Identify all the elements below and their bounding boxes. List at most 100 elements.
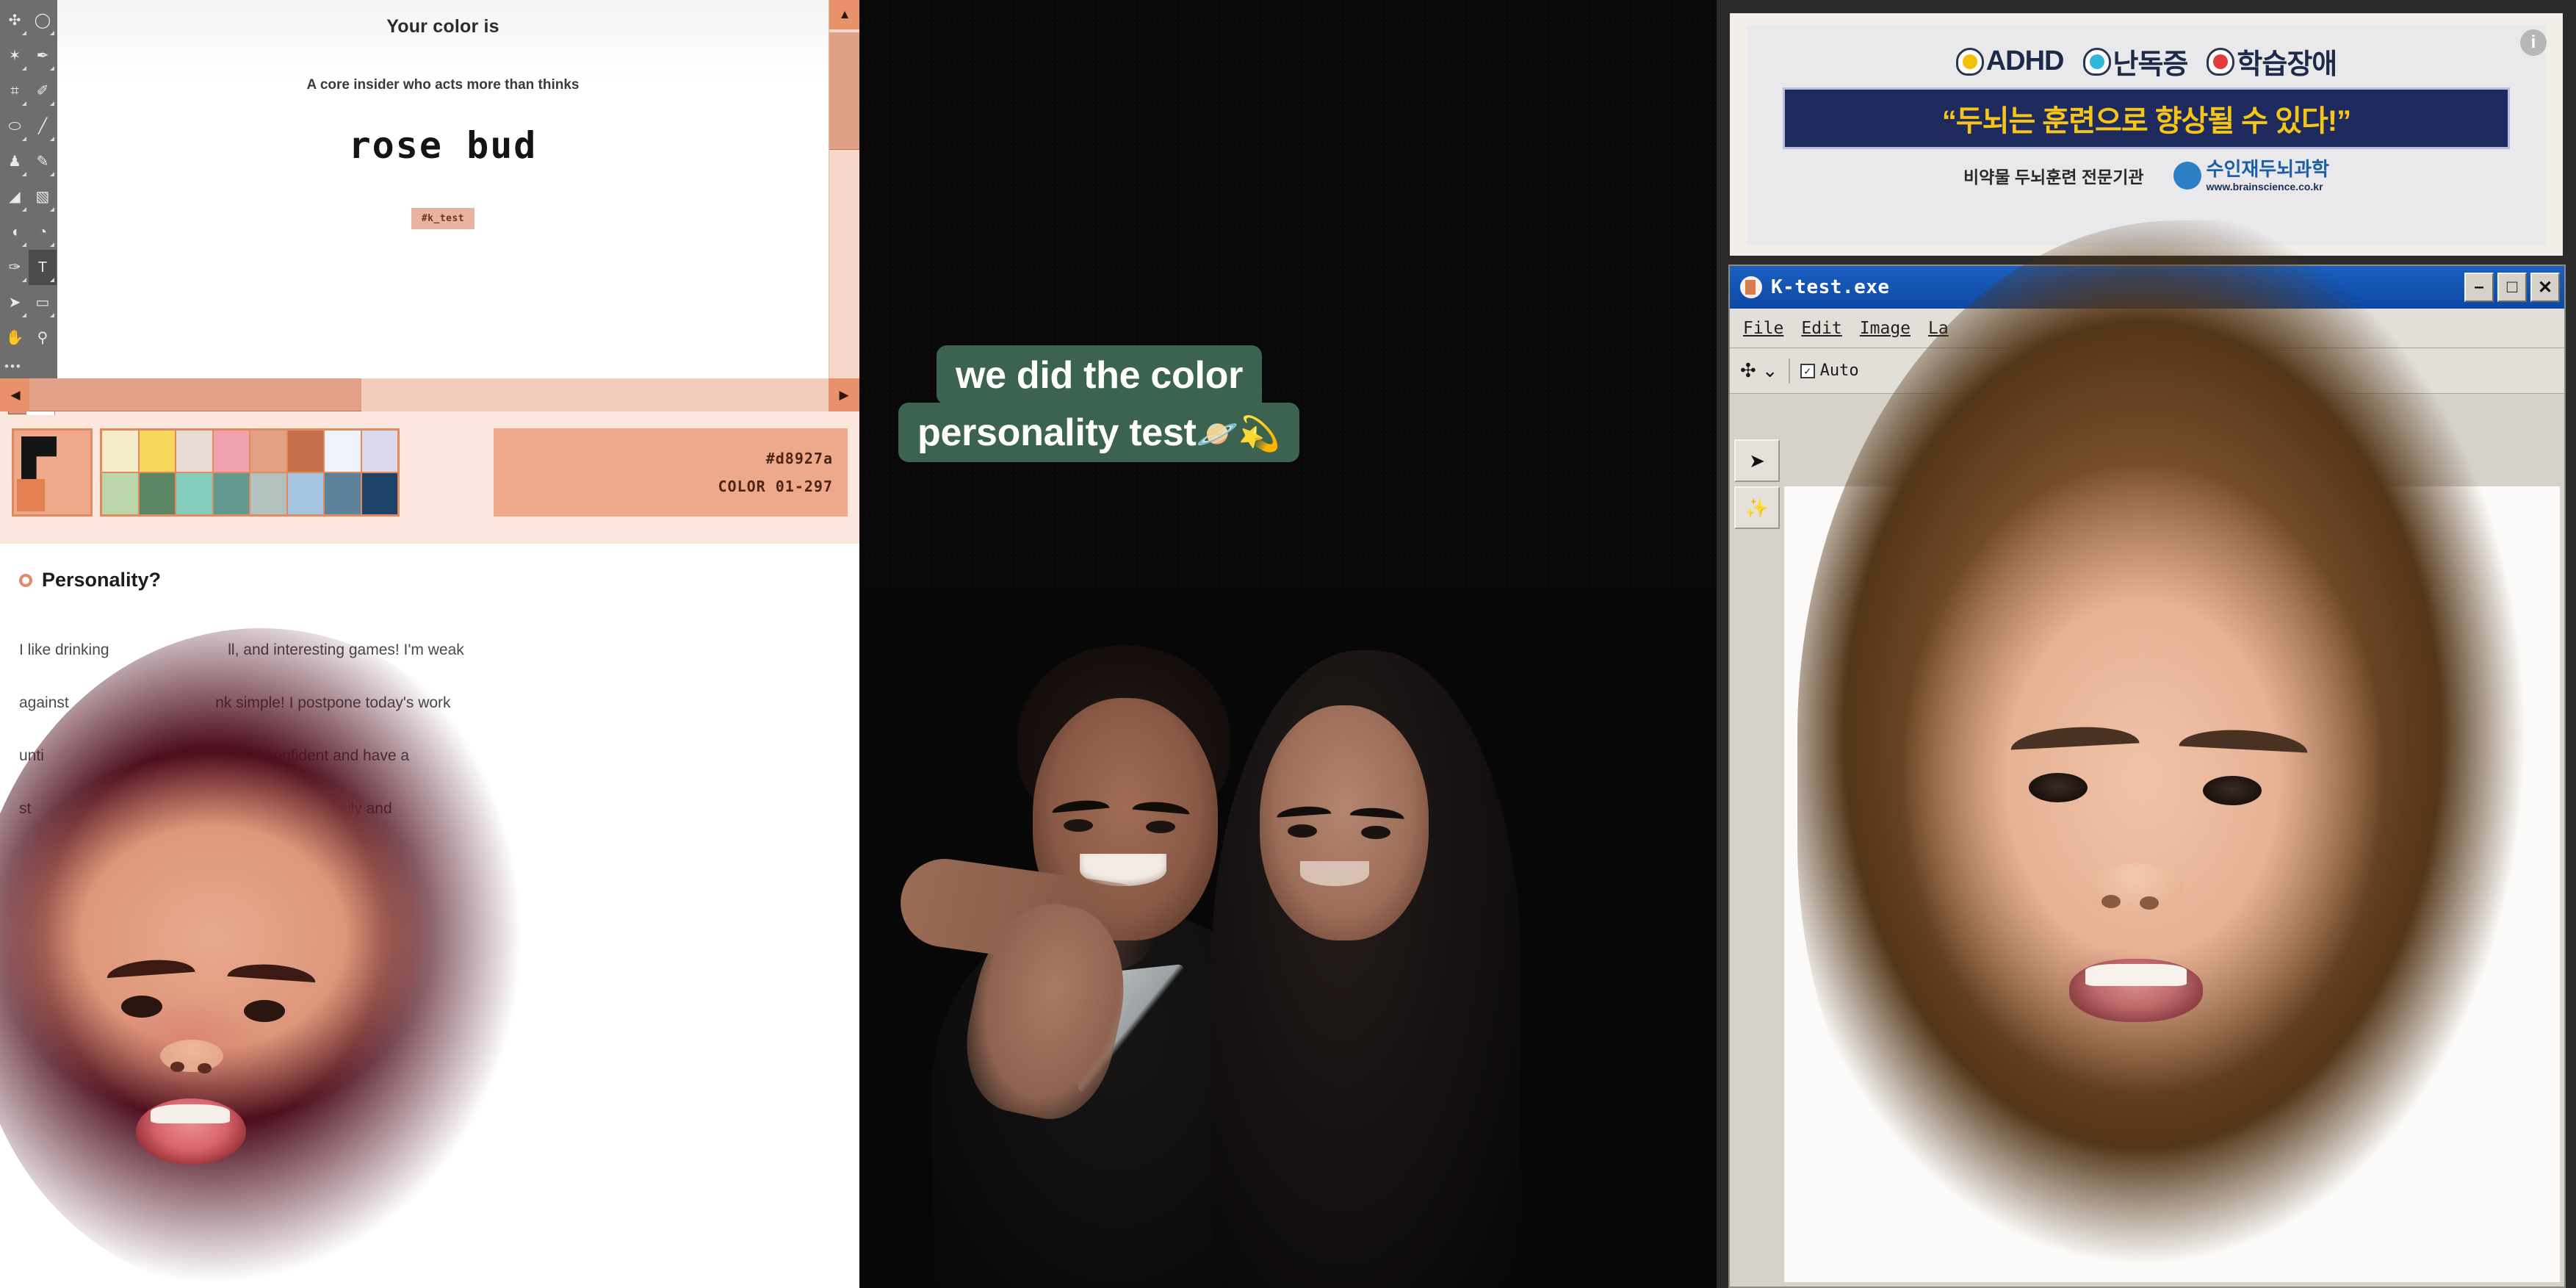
menu-item-layer[interactable]: La [1928, 319, 1949, 338]
palette-bar: #d8927a COLOR 01-297 [0, 415, 859, 544]
horizontal-scrollbar[interactable]: ◀ ▶ [0, 378, 859, 411]
app-icon [1740, 276, 1762, 298]
info-icon[interactable]: i [2520, 29, 2547, 56]
scroll-right-arrow-icon[interactable]: ▶ [829, 378, 859, 411]
color-accent-icon [17, 479, 45, 511]
current-color-preview[interactable] [12, 428, 93, 517]
window-controls[interactable]: – □ ✕ [2464, 273, 2560, 302]
vertical-scroll-thumb[interactable] [829, 32, 859, 150]
brush-tool[interactable]: ╱ [29, 109, 57, 144]
tool-rail[interactable]: ✣ ◯ ✶ ✒ ⌗ ✐ ⬭ ╱ ♟ ✎ ◢ ▧ ◖ ◔ ✑ T ➤ ▭ ✋ ⚲ [0, 0, 57, 475]
color-swatch-3[interactable] [176, 431, 212, 472]
ad-footer-row: 비약물 두뇌훈련 전문기관 수인재두뇌과학 www.brainscience.c… [1747, 159, 2545, 192]
menu-item-file[interactable]: File [1743, 319, 1783, 338]
eraser-tool[interactable]: ◢ [1, 179, 29, 215]
menu-item-image[interactable]: Image [1860, 319, 1911, 338]
color-swatch-10[interactable] [139, 473, 175, 514]
color-swatch-15[interactable] [325, 473, 361, 514]
magic-wand-tool[interactable]: ✶ [1, 38, 29, 73]
description-line: emotions! [19, 959, 272, 976]
caption-overlay: we did the color personality test🪐💫 [898, 345, 1677, 463]
ad-logo: 수인재두뇌과학 www.brainscience.co.kr [2173, 159, 2329, 192]
description-header: Personality? [19, 569, 859, 591]
scroll-left-arrow-icon[interactable]: ◀ [0, 378, 31, 411]
color-hex-value: #d8927a [765, 450, 833, 467]
ktest-canvas[interactable] [1784, 486, 2560, 1282]
clone-stamp-tool[interactable]: ♟ [1, 144, 29, 179]
color-swatch-14[interactable] [287, 473, 323, 514]
shape-tool[interactable]: ▭ [29, 285, 57, 320]
pointer-tool[interactable]: ➤ [1734, 439, 1780, 482]
eyedropper-tool[interactable]: ✐ [29, 73, 57, 109]
ad-chip-learning-disorder: 학습장애 [2207, 41, 2337, 82]
menu-bar[interactable]: File Edit Image La [1730, 309, 2564, 348]
result-color-name: rose bud [348, 124, 538, 167]
minimize-button[interactable]: – [2464, 273, 2494, 302]
crop-tool[interactable]: ⌗ [1, 73, 29, 109]
left-panel: ✣ ◯ ✶ ✒ ⌗ ✐ ⬭ ╱ ♟ ✎ ◢ ▧ ◖ ◔ ✑ T ➤ ▭ ✋ ⚲ [0, 0, 859, 1288]
zoom-tool[interactable]: ⚲ [29, 320, 57, 356]
color-swatch-7[interactable] [325, 431, 361, 472]
color-swatch-9[interactable] [102, 473, 138, 514]
close-button[interactable]: ✕ [2530, 273, 2560, 302]
caption-line-2: personality test🪐💫 [898, 403, 1299, 463]
menu-item-edit[interactable]: Edit [1801, 319, 1841, 338]
type-tool[interactable]: T [29, 250, 57, 285]
ad-chip-dyslexia: 난독증 [2082, 41, 2189, 82]
color-swatch-1[interactable] [102, 431, 138, 472]
description-line: I like drinking ll, and interesting game… [19, 641, 464, 658]
color-swatch-11[interactable] [176, 473, 212, 514]
chevron-down-icon[interactable]: ⌄ [1762, 359, 1778, 382]
move-tool-icon[interactable]: ✣ [1740, 359, 1756, 382]
history-brush-tool[interactable]: ✎ [29, 144, 57, 179]
personality-description-pane: Personality? I like drinking ll, and int… [0, 544, 859, 1288]
description-line: ndence. [19, 1065, 283, 1082]
color-swatch-8[interactable] [361, 431, 397, 472]
hand-tool[interactable]: ✋ [1, 320, 29, 356]
color-swatch-grid[interactable] [100, 428, 400, 517]
ktest-window: K-test.exe – □ ✕ File Edit Image La ✣ ⌄ [1728, 265, 2566, 1288]
ktest-tool-column[interactable]: ➤ ✨ [1734, 439, 1783, 529]
ellipse-select-tool[interactable]: ⬭ [1, 109, 29, 144]
color-swatch-5[interactable] [250, 431, 286, 472]
ad-chip-dyslexia-label: 난독증 [2113, 49, 2189, 80]
vertical-scrollbar[interactable]: ▲ ▼ [829, 0, 859, 408]
ad-logo-text: 수인재두뇌과학 www.brainscience.co.kr [2207, 159, 2329, 192]
maximize-button[interactable]: □ [2497, 273, 2527, 302]
color-swatch-4[interactable] [213, 431, 249, 472]
auto-select-option[interactable]: ✓ Auto [1800, 361, 1859, 380]
gradient-tool[interactable]: ▧ [29, 179, 57, 215]
girl-face [1260, 705, 1429, 940]
pen-tool[interactable]: ✑ [1, 250, 29, 285]
ktest-title-bar[interactable]: K-test.exe – □ ✕ [1730, 266, 2564, 309]
blur-tool[interactable]: ◖ [1, 215, 29, 250]
ad-banner-inner: ADHD 난독증 학습장애 “두뇌는 훈련으로 향상될 수 있다!” 비약물 두… [1747, 25, 2545, 245]
options-bar[interactable]: ✣ ⌄ ✓ Auto [1730, 348, 2564, 394]
lasso-tool[interactable]: ◯ [29, 3, 57, 38]
magic-wand-tool[interactable]: ✨ [1734, 486, 1780, 529]
more-tools-icon[interactable]: ••• [1, 356, 57, 378]
color-swatch-6[interactable] [287, 431, 323, 472]
hashtag-button[interactable]: #k_test [411, 208, 475, 229]
checkbox-icon[interactable]: ✓ [1800, 363, 1815, 378]
color-info-box: #d8927a COLOR 01-297 [494, 428, 848, 517]
middle-panel: we did the color personality test🪐💫 [859, 0, 1717, 1288]
move-tool[interactable]: ✣ [1, 3, 29, 38]
ad-banner-frame: ADHD 난독증 학습장애 “두뇌는 훈련으로 향상될 수 있다!” 비약물 두… [1730, 13, 2563, 256]
dodge-tool[interactable]: ◔ [29, 215, 57, 250]
description-title: Personality? [42, 569, 162, 591]
caption-line-1: we did the color [937, 345, 1263, 406]
color-swatch-12[interactable] [213, 473, 249, 514]
color-swatch-16[interactable] [361, 473, 397, 514]
options-divider [1788, 358, 1790, 384]
color-swatch-13[interactable] [250, 473, 286, 514]
ad-chip-learning-disorder-label: 학습장애 [2237, 49, 2337, 80]
scroll-up-arrow-icon[interactable]: ▲ [829, 0, 859, 29]
healing-brush-tool[interactable]: ✒ [29, 38, 57, 73]
move-tool-option[interactable]: ✣ ⌄ [1740, 359, 1778, 382]
caption-line-2-text: personality test [917, 411, 1197, 455]
path-select-tool[interactable]: ➤ [1, 285, 29, 320]
right-panel: ADHD 난독증 학습장애 “두뇌는 훈련으로 향상될 수 있다!” 비약물 두… [1717, 0, 2576, 1288]
color-swatch-2[interactable] [139, 431, 175, 472]
horizontal-scroll-thumb[interactable] [29, 378, 361, 411]
